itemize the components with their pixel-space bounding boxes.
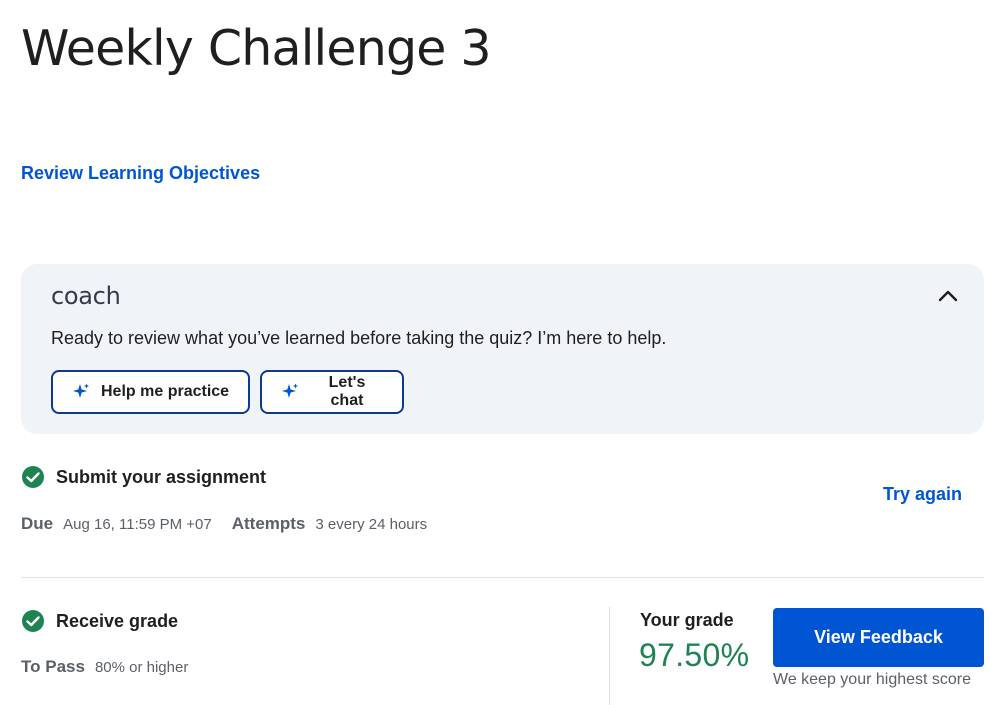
due-value: Aug 16, 11:59 PM +07 [63, 516, 212, 533]
assignment-page: Weekly Challenge 3 Review Learning Objec… [0, 0, 1001, 705]
to-pass-info: To Pass 80% or higher [21, 657, 188, 677]
collapse-coach-button[interactable] [934, 282, 962, 310]
coach-message: Ready to review what you’ve learned befo… [51, 328, 667, 348]
check-circle-icon [22, 610, 44, 632]
receive-grade-title: Receive grade [56, 610, 179, 631]
to-pass-label: To Pass [21, 657, 85, 676]
submit-assignment-step: Submit your assignment [21, 465, 266, 489]
submit-assignment-title: Submit your assignment [56, 466, 267, 487]
due-attempts-info: Due Aug 16, 11:59 PM +07 Attempts 3 ever… [21, 514, 427, 534]
attempts-label: Attempts [231, 514, 306, 533]
check-circle-icon [22, 466, 44, 488]
sparkle-icon [73, 383, 89, 398]
lets-chat-label: Let's chat [328, 374, 366, 409]
help-me-practice-button[interactable]: Help me practice [51, 370, 250, 414]
section-divider [21, 577, 984, 578]
view-feedback-button[interactable]: View Feedback [773, 608, 984, 667]
highest-score-note: We keep your highest score [773, 671, 972, 688]
grade-divider [609, 607, 610, 705]
coach-panel: coach Ready to review what you’ve learne… [21, 264, 984, 434]
receive-grade-step: Receive grade [21, 609, 178, 633]
chevron-up-icon [938, 290, 958, 302]
due-label: Due [21, 514, 54, 533]
try-again-link[interactable]: Try again [883, 484, 962, 505]
your-grade-label: Your grade [640, 610, 734, 630]
coach-logo: coach [51, 282, 121, 310]
lets-chat-button[interactable]: Let's chat [260, 370, 404, 414]
attempts-value: 3 every 24 hours [315, 516, 428, 533]
page-title: Weekly Challenge 3 [21, 20, 492, 77]
sparkle-icon [281, 383, 298, 398]
review-learning-objectives-link[interactable]: Review Learning Objectives [21, 163, 260, 184]
to-pass-value: 80% or higher [94, 659, 189, 676]
help-me-practice-label: Help me practice [101, 383, 230, 400]
your-grade-value: 97.50% [639, 637, 750, 673]
